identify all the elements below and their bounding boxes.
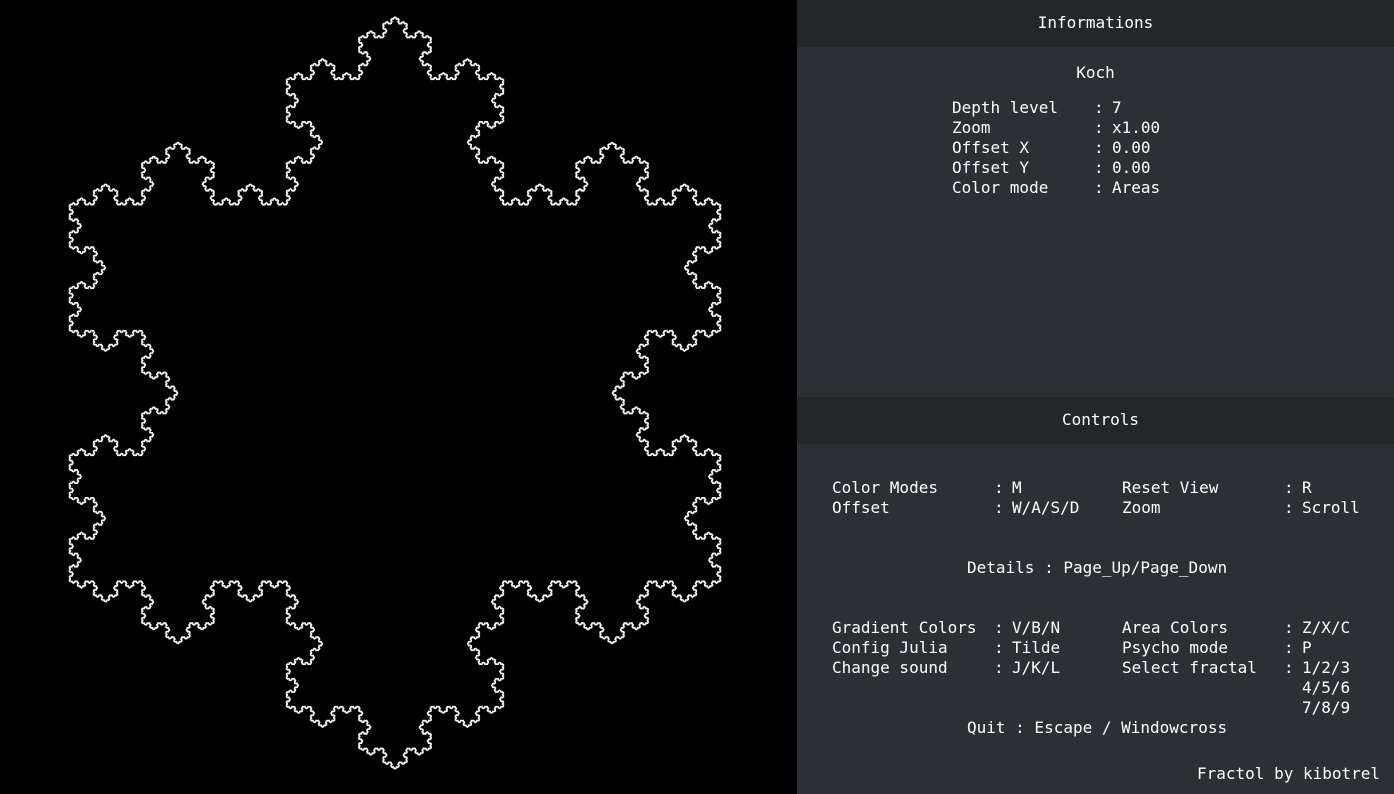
control-sep: :: [1284, 658, 1294, 677]
control-sep: :: [1284, 638, 1294, 657]
fractal-name: Koch: [1076, 63, 1115, 82]
control-key: R: [1302, 478, 1312, 497]
koch-snowflake: [68, 15, 722, 771]
koch-curve: [68, 15, 722, 771]
control-key: M: [1012, 478, 1022, 497]
info-label-zoom: Zoom: [952, 118, 991, 137]
info-sep: :: [1094, 178, 1104, 197]
control-key: Tilde: [1012, 638, 1061, 657]
control-key: Scroll: [1302, 498, 1360, 517]
info-sep: :: [1094, 158, 1104, 177]
info-sep: :: [1094, 118, 1104, 137]
side-panel: Informations Koch Depth level : 7 Zoom :…: [797, 0, 1394, 794]
informations-title: Informations: [1037, 13, 1154, 32]
control-key: 1/2/3: [1302, 658, 1351, 677]
control-sep: :: [994, 618, 1004, 637]
control-label: Offset: [832, 498, 890, 517]
control-label: Area Colors: [1122, 618, 1228, 637]
control-label: Config Julia: [832, 638, 948, 657]
control-key-extra: 4/5/6: [1302, 678, 1351, 697]
control-sep: :: [994, 478, 1004, 497]
control-sep: :: [1284, 478, 1294, 497]
controls-title: Controls: [1061, 410, 1140, 429]
informations-header: Informations: [797, 0, 1394, 47]
fractal-canvas[interactable]: [0, 0, 797, 794]
control-sep: :: [994, 638, 1004, 657]
info-value-color-mode: Areas: [1112, 178, 1161, 197]
info-label-color-mode: Color mode: [952, 178, 1049, 197]
control-label: Select fractal: [1122, 658, 1257, 677]
control-key: V/B/N: [1012, 618, 1061, 637]
control-sep: :: [1284, 498, 1294, 517]
info-sep: :: [1094, 98, 1104, 117]
info-label-offset-y: Offset Y: [952, 158, 1030, 177]
info-value-depth: 7: [1112, 98, 1122, 117]
control-key: W/A/S/D: [1012, 498, 1080, 517]
info-sep: :: [1094, 138, 1104, 157]
details-line: Details : Page_Up/Page_Down: [967, 558, 1228, 577]
info-value-offset-y: 0.00: [1112, 158, 1151, 177]
control-label: Color Modes: [832, 478, 938, 497]
control-label: Gradient Colors: [832, 618, 977, 637]
control-label: Psycho mode: [1122, 638, 1228, 657]
control-label: Zoom: [1122, 498, 1161, 517]
controls-header: Controls: [797, 397, 1394, 444]
control-label: Change sound: [832, 658, 948, 677]
control-label: Reset View: [1122, 478, 1219, 497]
control-sep: :: [994, 498, 1004, 517]
control-key: Z/X/C: [1302, 618, 1351, 637]
info-label-offset-x: Offset X: [952, 138, 1030, 157]
credit-text: Fractol by kibotrel: [1197, 764, 1381, 783]
control-key-extra: 7/8/9: [1302, 698, 1351, 717]
info-value-offset-x: 0.00: [1112, 138, 1151, 157]
control-key: P: [1302, 638, 1312, 657]
control-key: J/K/L: [1012, 658, 1061, 677]
control-sep: :: [994, 658, 1004, 677]
info-value-zoom: x1.00: [1112, 118, 1161, 137]
info-label-depth: Depth level: [952, 98, 1058, 117]
quit-line: Quit : Escape / Windowcross: [967, 718, 1228, 737]
control-sep: :: [1284, 618, 1294, 637]
